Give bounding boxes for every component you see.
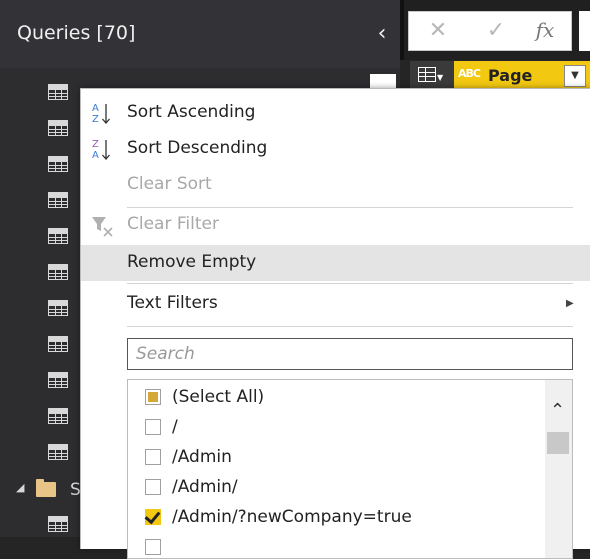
caret-down-icon[interactable]: ▼ — [437, 73, 443, 82]
table-icon[interactable] — [48, 228, 68, 244]
svg-text:A: A — [92, 150, 99, 161]
table-icon[interactable] — [48, 264, 68, 280]
remove-empty-label: Remove Empty — [127, 252, 257, 272]
table-icon[interactable] — [48, 444, 68, 460]
text-type-icon[interactable]: ABC — [458, 67, 481, 80]
cancel-icon[interactable]: ✕ — [423, 18, 453, 43]
filter-value-label: /Admin/?newCompany=true — [172, 507, 412, 527]
text-filters-item[interactable]: Text Filters ▶ — [81, 286, 590, 322]
menu-separator — [127, 326, 573, 327]
clear-filter-icon — [91, 214, 115, 240]
table-icon[interactable] — [48, 192, 68, 208]
submenu-arrow-icon: ▶ — [566, 298, 574, 309]
formula-input[interactable] — [579, 11, 590, 51]
filter-value-row[interactable]: / — [128, 412, 546, 442]
table-icon[interactable] — [48, 336, 68, 352]
sort-descending-label: Sort Descending — [127, 138, 268, 158]
table-icon[interactable] — [48, 408, 68, 424]
value-checkbox[interactable] — [145, 449, 161, 465]
formula-bar-buttons: ✕ ✓ fx — [408, 11, 572, 51]
table-icon[interactable] — [48, 372, 68, 388]
filter-value-row[interactable]: /Admin/ — [128, 472, 546, 502]
folder-icon — [36, 479, 56, 497]
table-icon[interactable] — [48, 120, 68, 136]
collapse-pane-button[interactable]: ‹ — [370, 20, 394, 48]
column-filter-menu: A Z Sort Ascending Z A Sort Descending C… — [80, 88, 590, 559]
expand-group-icon[interactable]: ◢ — [16, 481, 24, 494]
svg-text:Z: Z — [92, 114, 99, 125]
table-icon[interactable] — [48, 300, 68, 316]
value-checkbox[interactable] — [145, 539, 161, 555]
filter-value-label: /Admin/ — [172, 477, 238, 497]
clear-sort-item: Clear Sort — [81, 167, 590, 203]
menu-separator — [127, 283, 573, 284]
clear-sort-label: Clear Sort — [127, 174, 212, 194]
clear-filter-label: Clear Filter — [127, 214, 219, 234]
svg-text:A: A — [92, 103, 99, 114]
sort-descending-icon: Z A — [91, 137, 113, 165]
queries-header: Queries [70] ‹ — [0, 0, 400, 68]
table-menu-icon[interactable] — [418, 67, 436, 82]
svg-text:Z: Z — [92, 139, 99, 150]
value-checkbox[interactable] — [145, 509, 161, 525]
filter-value-row[interactable]: /Admin/?newCompany=true — [128, 502, 546, 532]
remove-empty-item[interactable]: Remove Empty — [81, 245, 590, 281]
sort-ascending-label: Sort Ascending — [127, 102, 256, 122]
sort-ascending-item[interactable]: A Z Sort Ascending — [81, 95, 590, 131]
select-all-checkbox[interactable] — [145, 389, 161, 405]
value-checkbox[interactable] — [145, 419, 161, 435]
table-icon[interactable] — [48, 516, 68, 532]
table-icon[interactable] — [48, 156, 68, 172]
confirm-icon[interactable]: ✓ — [481, 18, 511, 43]
search-input[interactable] — [134, 339, 568, 369]
column-name: Page — [488, 66, 533, 85]
clear-filter-item: Clear Filter — [81, 207, 590, 243]
filter-value-label: / — [172, 417, 178, 437]
query-row-highlight — [370, 74, 396, 88]
scroll-up-icon[interactable]: ⌃ — [550, 400, 565, 421]
column-name-cell[interactable]: ABC Page ▼ — [454, 61, 590, 91]
table-icon[interactable] — [48, 84, 68, 100]
search-box — [127, 338, 573, 370]
value-checkbox[interactable] — [145, 479, 161, 495]
filter-value-row[interactable]: (Select All) — [128, 382, 546, 412]
filter-value-label: /Admin — [172, 447, 232, 467]
filter-value-row[interactable] — [128, 532, 546, 558]
filter-value-row[interactable]: /Admin — [128, 442, 546, 472]
filter-values-list: (Select All) / /Admin /Admin/ /Admin/?ne… — [127, 379, 573, 559]
column-header: ▼ ABC Page ▼ — [410, 61, 590, 91]
fx-button[interactable]: fx — [530, 18, 560, 42]
queries-title: Queries [70] — [17, 22, 136, 44]
list-scrollbar[interactable]: ⌃ — [545, 380, 572, 558]
scroll-thumb[interactable] — [547, 432, 569, 454]
filter-dropdown-button[interactable]: ▼ — [564, 65, 586, 87]
sort-descending-item[interactable]: Z A Sort Descending — [81, 131, 590, 167]
sort-ascending-icon: A Z — [91, 101, 113, 129]
filter-value-label: (Select All) — [172, 387, 265, 407]
text-filters-label: Text Filters — [127, 293, 218, 313]
